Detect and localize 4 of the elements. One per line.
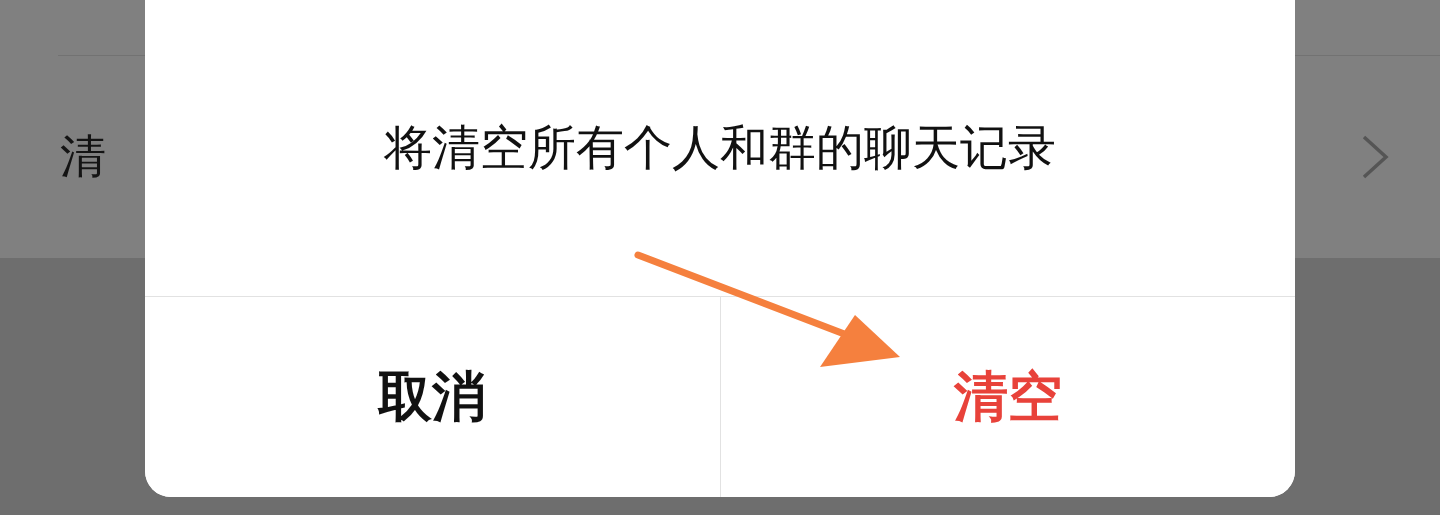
- chevron-right-icon: [1360, 134, 1390, 180]
- settings-row-label: 清: [60, 128, 106, 185]
- dialog-message: 将清空所有个人和群的聊天记录: [384, 118, 1056, 177]
- clear-button[interactable]: 清空: [719, 297, 1295, 497]
